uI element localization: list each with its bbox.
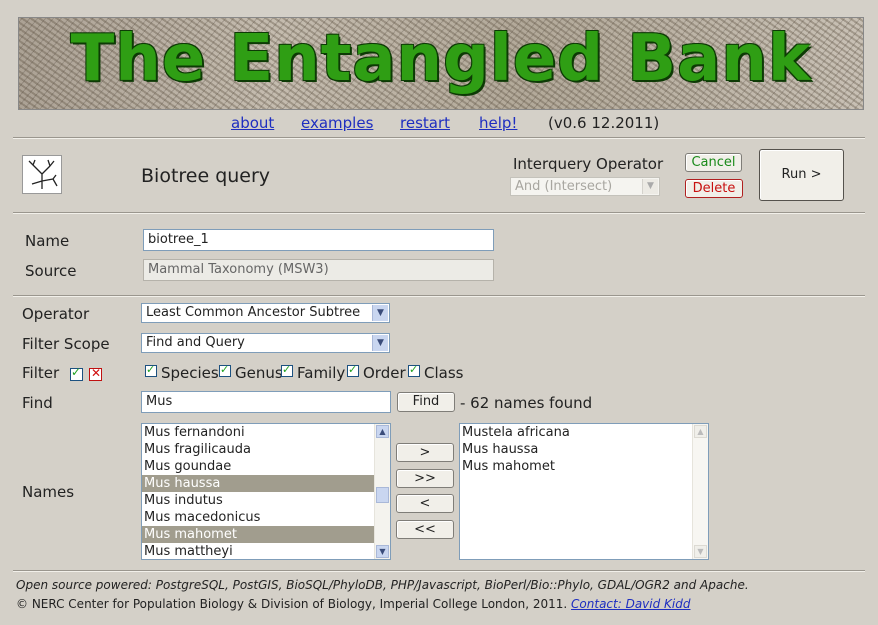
- run-button[interactable]: Run >: [759, 149, 844, 201]
- list-item[interactable]: Mus fernandoni: [142, 424, 374, 441]
- scroll-down-icon[interactable]: ▼: [376, 545, 389, 558]
- names-listbox[interactable]: Mus fernandoni Mus fragilicauda Mus gounda…: [141, 423, 391, 560]
- list-item[interactable]: Mus fragilicauda: [142, 441, 374, 458]
- footer-copyright: © NERC Center for Population Biology & D…: [16, 597, 690, 611]
- list-item[interactable]: Mus goundae: [142, 458, 374, 475]
- genus-checkbox[interactable]: [219, 363, 231, 377]
- find-result-text: - 62 names found: [460, 394, 593, 412]
- operator-value: Least Common Ancestor Subtree: [146, 305, 361, 320]
- divider: [13, 295, 865, 297]
- order-checkbox[interactable]: [347, 363, 359, 377]
- species-label: Species: [161, 364, 219, 382]
- tree-icon: [22, 155, 62, 194]
- divider: [13, 137, 865, 139]
- scroll-up-icon[interactable]: ▲: [694, 425, 707, 438]
- cancel-button[interactable]: Cancel: [685, 153, 742, 172]
- names-items: Mus fernandoni Mus fragilicauda Mus gounda…: [142, 424, 374, 559]
- divider: [13, 570, 865, 572]
- genus-label: Genus: [235, 364, 283, 382]
- remove-all-button[interactable]: <<: [396, 520, 454, 539]
- divider: [13, 212, 865, 214]
- about-link[interactable]: about: [231, 114, 274, 132]
- list-item[interactable]: Mus macedonicus: [142, 509, 374, 526]
- interquery-value: And (Intersect): [515, 179, 613, 194]
- operator-label: Operator: [22, 305, 90, 323]
- scroll-down-icon[interactable]: ▼: [694, 545, 707, 558]
- species-checkbox[interactable]: [145, 363, 157, 377]
- chevron-down-icon: ▼: [372, 335, 388, 351]
- source-label: Source: [25, 262, 77, 280]
- check-all-icon[interactable]: ✓: [70, 365, 83, 381]
- order-label: Order: [363, 364, 406, 382]
- list-item[interactable]: Mus haussa: [460, 441, 692, 458]
- footer-powered-text: Open source powered: PostgreSQL, PostGIS…: [16, 578, 749, 592]
- interquery-label: Interquery Operator: [513, 155, 664, 173]
- help-link[interactable]: help!: [479, 114, 517, 132]
- version-text: (v0.6 12.2011): [548, 114, 660, 132]
- uncheck-all-icon[interactable]: ✕: [89, 366, 102, 381]
- find-button[interactable]: Find: [397, 392, 455, 412]
- remove-button[interactable]: <: [396, 494, 454, 513]
- name-input[interactable]: biotree_1: [143, 229, 494, 251]
- list-item[interactable]: Mus indutus: [142, 492, 374, 509]
- chevron-down-icon: ▼: [642, 179, 658, 194]
- source-input: Mammal Taxonomy (MSW3): [143, 259, 494, 281]
- list-item[interactable]: Mus mahomet: [142, 526, 374, 543]
- names-scrollbar[interactable]: ▲ ▼: [374, 424, 390, 559]
- banner-title: The Entangled Bank: [70, 22, 812, 96]
- filter-scope-value: Find and Query: [146, 335, 245, 350]
- scroll-up-icon[interactable]: ▲: [376, 425, 389, 438]
- selected-names-listbox[interactable]: Mustela africana Mus haussa Mus mahomet ▲ …: [459, 423, 709, 560]
- query-title: Biotree query: [141, 165, 271, 187]
- selected-items: Mustela africana Mus haussa Mus mahomet: [460, 424, 692, 475]
- filter-label: Filter: [22, 364, 60, 382]
- list-item[interactable]: Mustela africana: [460, 424, 692, 441]
- find-label: Find: [22, 394, 53, 412]
- copyright-text: © NERC Center for Population Biology & D…: [16, 597, 568, 611]
- class-label: Class: [424, 364, 464, 382]
- name-label: Name: [25, 232, 70, 250]
- banner-image: The Entangled Bank: [18, 17, 864, 110]
- list-item[interactable]: Mus mattheyi: [142, 543, 374, 559]
- chevron-down-icon: ▼: [372, 305, 388, 321]
- examples-link[interactable]: examples: [301, 114, 373, 132]
- contact-link[interactable]: Contact: David Kidd: [571, 597, 690, 611]
- family-label: Family: [297, 364, 346, 382]
- top-nav: about examples restart help! (v0.6 12.20…: [0, 114, 878, 132]
- class-checkbox[interactable]: [408, 363, 420, 377]
- delete-button[interactable]: Delete: [685, 179, 743, 198]
- selected-scrollbar[interactable]: ▲ ▼: [692, 424, 708, 559]
- operator-select[interactable]: Least Common Ancestor Subtree ▼: [141, 303, 390, 323]
- restart-link[interactable]: restart: [400, 114, 450, 132]
- names-label: Names: [22, 483, 75, 501]
- list-item[interactable]: Mus haussa: [142, 475, 374, 492]
- family-checkbox[interactable]: [281, 363, 293, 377]
- add-button[interactable]: >: [396, 443, 454, 462]
- interquery-select[interactable]: And (Intersect) ▼: [510, 177, 660, 196]
- scroll-thumb[interactable]: [376, 487, 389, 503]
- find-input[interactable]: Mus: [141, 391, 391, 413]
- list-item[interactable]: Mus mahomet: [460, 458, 692, 475]
- add-all-button[interactable]: >>: [396, 469, 454, 488]
- filter-scope-select[interactable]: Find and Query ▼: [141, 333, 390, 353]
- filter-scope-label: Filter Scope: [22, 335, 110, 353]
